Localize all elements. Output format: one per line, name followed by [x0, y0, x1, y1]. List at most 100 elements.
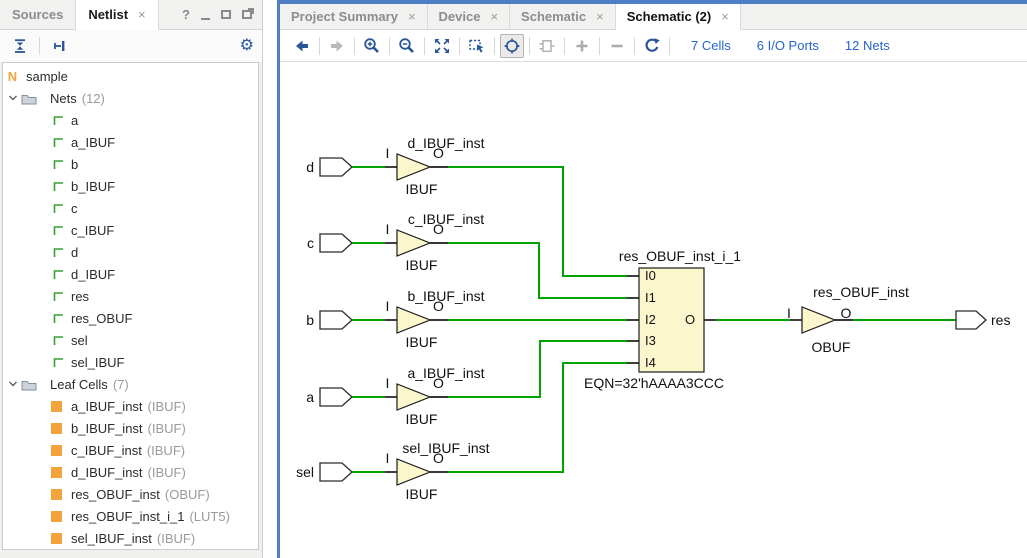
editor-tabbar: Project Summary × Device × Schematic × S… — [280, 4, 1027, 30]
net-icon — [51, 311, 65, 325]
pin-label-o: O — [685, 312, 703, 327]
add-button[interactable] — [570, 34, 594, 58]
tree-node-cell-d_ibuf_inst[interactable]: d_IBUF_inst(IBUF) — [3, 461, 258, 483]
back-button[interactable] — [290, 34, 314, 58]
instance-label: res_OBUF_inst_i_1 — [592, 248, 768, 264]
collapse-all-button[interactable] — [8, 34, 32, 58]
pin-label-i0: I0 — [645, 268, 667, 283]
toolbar-separator — [424, 37, 425, 55]
cell-icon — [51, 511, 62, 522]
tree-node-net-d[interactable]: d — [3, 241, 258, 263]
schematic-canvas[interactable]: d d_IBUF_inst I O IBUF c c_IBUF_inst I O… — [280, 62, 1027, 558]
toolbar-separator — [564, 37, 565, 55]
tree-node-nets[interactable]: Nets (12) — [3, 87, 258, 109]
toolbar-separator — [599, 37, 600, 55]
tree-node-net-d_ibuf[interactable]: d_IBUF — [3, 263, 258, 285]
cell-type: (OBUF) — [165, 487, 210, 502]
close-icon[interactable]: × — [721, 9, 729, 24]
toolbar-separator — [529, 37, 530, 55]
tree-node-net-res_obuf[interactable]: res_OBUF — [3, 307, 258, 329]
autofit-selection-button[interactable] — [500, 34, 524, 58]
tree-label: sel — [71, 333, 88, 348]
schematic-panel: Project Summary × Device × Schematic × S… — [277, 0, 1027, 558]
tree-node-net-a_ibuf[interactable]: a_IBUF — [3, 131, 258, 153]
tree-node-net-sel[interactable]: sel — [3, 329, 258, 351]
tree-node-cell-res_obuf_inst[interactable]: res_OBUF_inst(OBUF) — [3, 483, 258, 505]
cell-type-label: IBUF — [384, 411, 459, 427]
io-ports-count-link[interactable]: 6 I/O Ports — [757, 38, 819, 53]
tree-node-sample[interactable]: N sample — [3, 65, 258, 87]
tree-node-cell-a_ibuf_inst[interactable]: a_IBUF_inst(IBUF) — [3, 395, 258, 417]
tree-node-net-b_ibuf[interactable]: b_IBUF — [3, 175, 258, 197]
tab-sources[interactable]: Sources — [0, 0, 76, 29]
tab-schematic[interactable]: Schematic × — [510, 4, 616, 29]
tree-node-cell-c_ibuf_inst[interactable]: c_IBUF_inst(IBUF) — [3, 439, 258, 461]
pin-label-o: O — [431, 298, 446, 314]
tab-schematic-2[interactable]: Schematic (2) × — [616, 4, 741, 30]
regenerate-button[interactable] — [640, 34, 664, 58]
chevron-down-icon[interactable] — [8, 93, 21, 103]
nets-count-link[interactable]: 12 Nets — [845, 38, 890, 53]
cell-type-label: IBUF — [384, 257, 459, 273]
group-by-hierarchy-button[interactable] — [47, 34, 71, 58]
pin-label-o: O — [431, 450, 446, 466]
close-icon[interactable]: × — [138, 7, 146, 22]
tree-label: res_OBUF — [71, 311, 132, 326]
add-cell-button[interactable] — [535, 34, 559, 58]
zoom-fit-button[interactable] — [430, 34, 454, 58]
port-label: sel — [280, 464, 314, 480]
zoom-out-button[interactable] — [395, 34, 419, 58]
tree-node-net-sel_ibuf[interactable]: sel_IBUF — [3, 351, 258, 373]
cell-icon — [51, 423, 62, 434]
toolbar-separator — [39, 37, 40, 55]
cell-type-label: IBUF — [384, 334, 459, 350]
folder-icon — [21, 378, 38, 391]
tree-node-net-res[interactable]: res — [3, 285, 258, 307]
instance-label: d_IBUF_inst — [376, 135, 516, 151]
tree-node-cell-sel_ibuf_inst[interactable]: sel_IBUF_inst(IBUF) — [3, 527, 258, 549]
cell-icon — [51, 445, 62, 456]
close-icon[interactable]: × — [596, 9, 604, 24]
pin-label-i: I — [380, 145, 395, 161]
cell-type: (IBUF) — [148, 399, 186, 414]
cell-icon — [51, 489, 62, 500]
maximize-icon[interactable] — [221, 10, 231, 19]
close-icon[interactable]: × — [408, 9, 416, 24]
zoom-in-button[interactable] — [360, 34, 384, 58]
tab-label: Device — [439, 9, 481, 24]
pin-label-i: I — [380, 298, 395, 314]
schematic-row-c: c c_IBUF_inst I O IBUF — [280, 208, 540, 278]
instance-label: a_IBUF_inst — [376, 365, 516, 381]
zoom-to-selection-button[interactable] — [465, 34, 489, 58]
cells-count-link[interactable]: 7 Cells — [691, 38, 731, 53]
minimize-icon[interactable] — [201, 10, 210, 20]
pin-label-i: I — [782, 305, 796, 321]
remove-button[interactable] — [605, 34, 629, 58]
forward-button[interactable] — [325, 34, 349, 58]
tab-label: Project Summary — [291, 9, 398, 24]
tab-netlist[interactable]: Netlist × — [76, 0, 158, 30]
netlist-tree: N sample Nets (12) a a_IBUF b b_IBUF c c… — [2, 62, 259, 550]
tree-node-cell-b_ibuf_inst[interactable]: b_IBUF_inst(IBUF) — [3, 417, 258, 439]
float-icon[interactable] — [242, 10, 252, 19]
tree-node-net-c_ibuf[interactable]: c_IBUF — [3, 219, 258, 241]
gear-icon[interactable]: ⚙ — [240, 38, 254, 54]
port-label: res — [991, 312, 1010, 328]
tree-label: b_IBUF_inst — [71, 421, 143, 436]
instance-label: b_IBUF_inst — [376, 288, 516, 304]
tree-node-net-b[interactable]: b — [3, 153, 258, 175]
port-res[interactable] — [956, 311, 986, 329]
tree-node-net-a[interactable]: a — [3, 109, 258, 131]
schematic-stats: 7 Cells 6 I/O Ports 12 Nets — [691, 38, 916, 53]
net-icon — [51, 333, 65, 347]
chevron-down-icon[interactable] — [8, 379, 21, 389]
tree-node-cell-res_obuf_inst_i_1[interactable]: res_OBUF_inst_i_1(LUT5) — [3, 505, 258, 527]
cell-res-obuf-inst[interactable] — [802, 307, 835, 333]
tab-sources-label: Sources — [12, 7, 63, 22]
help-icon[interactable]: ? — [182, 7, 190, 22]
tree-node-leaf-cells[interactable]: Leaf Cells (7) — [3, 373, 258, 395]
tab-device[interactable]: Device × — [428, 4, 511, 29]
tab-project-summary[interactable]: Project Summary × — [280, 4, 428, 29]
close-icon[interactable]: × — [490, 9, 498, 24]
tree-node-net-c[interactable]: c — [3, 197, 258, 219]
